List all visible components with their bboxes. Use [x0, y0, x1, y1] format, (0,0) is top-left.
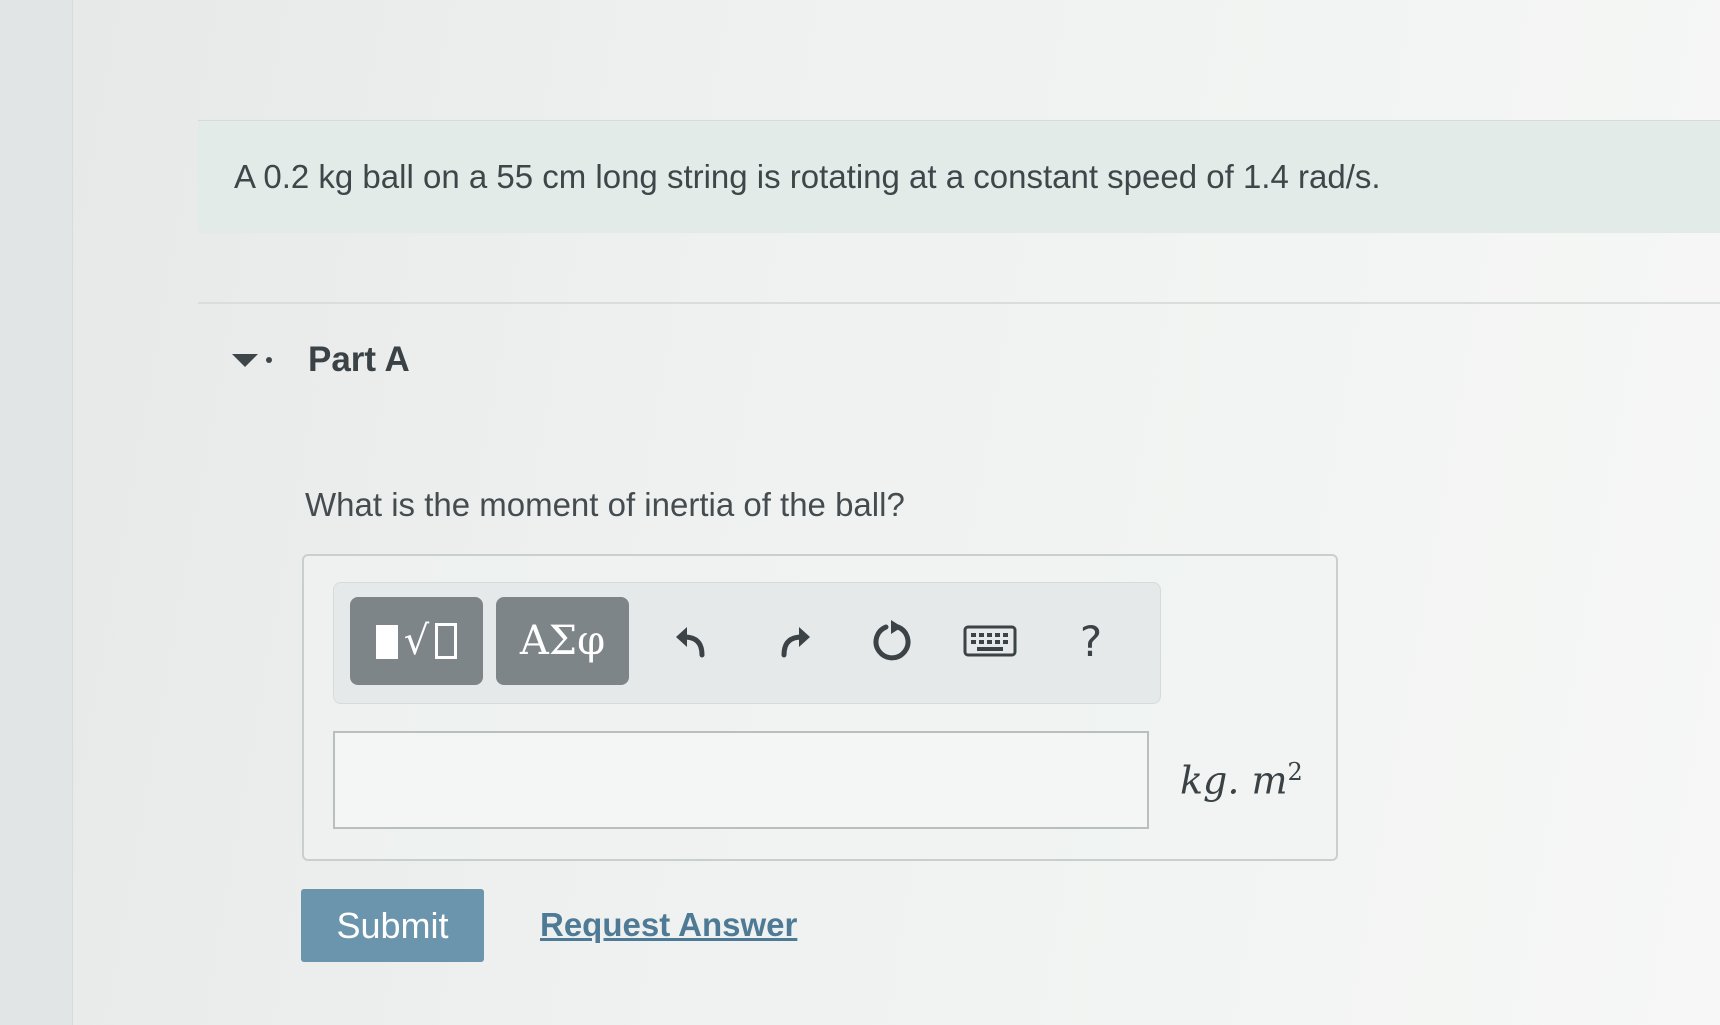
answer-input[interactable]: [333, 731, 1149, 829]
problem-statement: A 0.2 kg ball on a 55 cm long string is …: [234, 158, 1381, 195]
unit-label: kg. m2: [1180, 758, 1303, 803]
keyboard-icon[interactable]: [962, 617, 1018, 665]
page: A 0.2 kg ball on a 55 cm long string is …: [0, 0, 1720, 1025]
caret-dot: [266, 357, 272, 363]
part-header[interactable]: Part A: [232, 340, 410, 380]
left-margin: [0, 0, 73, 1025]
caret-down-icon[interactable]: [232, 353, 258, 367]
section-divider: [198, 302, 1720, 304]
part-title[interactable]: Part A: [308, 340, 410, 380]
unit-base: kg. m: [1180, 758, 1288, 803]
request-answer-link[interactable]: Request Answer: [540, 906, 797, 944]
undo-icon[interactable]: [668, 617, 716, 665]
templates-icon: √: [375, 621, 458, 661]
submit-button[interactable]: Submit: [301, 889, 484, 962]
greek-symbols-button[interactable]: ΑΣφ: [496, 597, 629, 685]
reset-icon[interactable]: [866, 617, 918, 665]
help-button[interactable]: ?: [1071, 617, 1111, 666]
templates-button[interactable]: √: [350, 597, 483, 685]
unit-exponent: 2: [1287, 758, 1303, 786]
redo-icon[interactable]: [770, 617, 818, 665]
question-text: What is the moment of inertia of the bal…: [305, 486, 905, 523]
